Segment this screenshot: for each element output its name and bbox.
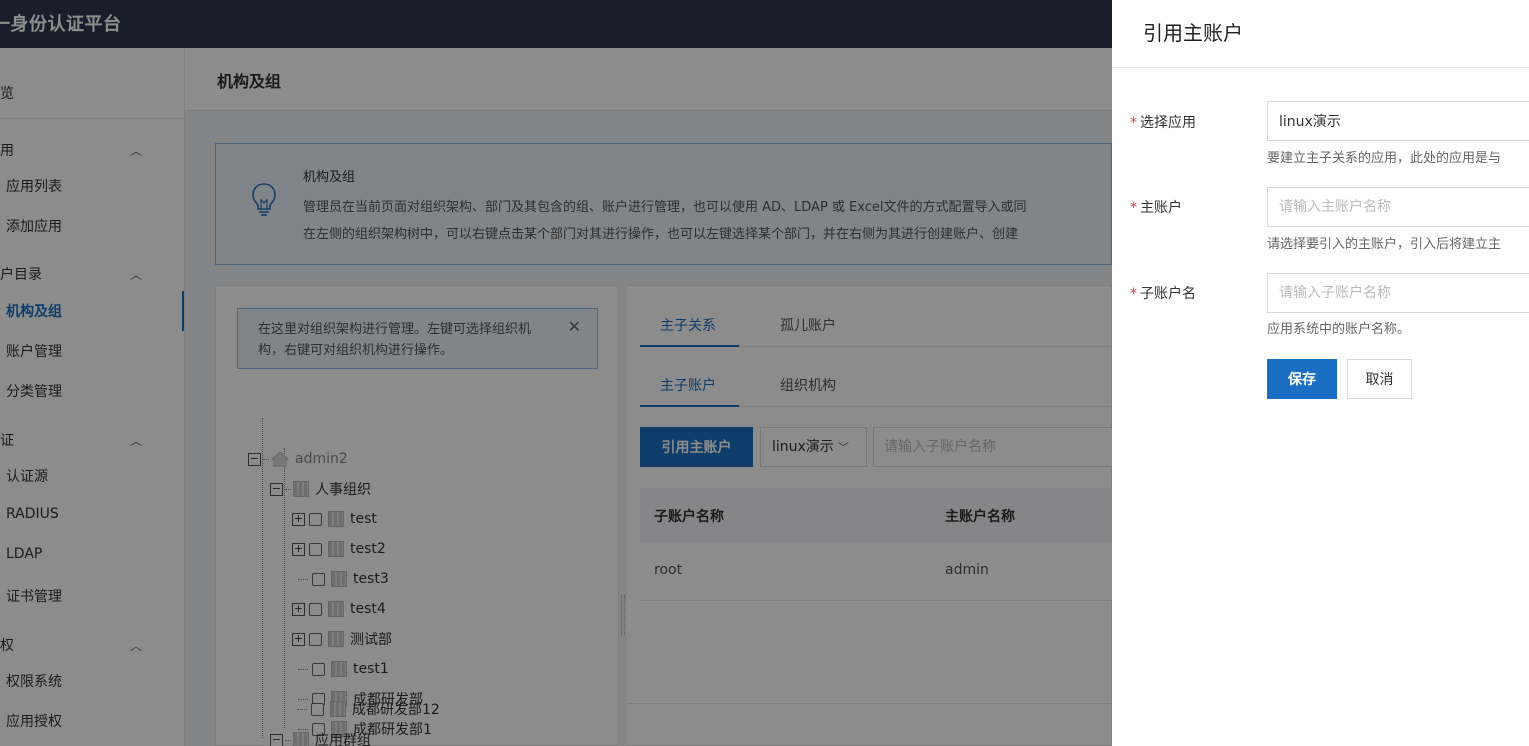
main-account-help: 请选择要引入的主账户，引入后将建立主 [1267, 237, 1502, 252]
app-field-label: * 选择应用 [1130, 115, 1196, 131]
required-mark: * [1130, 200, 1137, 216]
drawer-header: 引用主账户 [1112, 0, 1529, 68]
save-button[interactable]: 保存 [1267, 359, 1337, 399]
drawer-title: 引用主账户 [1143, 21, 1243, 45]
cancel-button[interactable]: 取消 [1347, 359, 1412, 399]
required-mark: * [1130, 115, 1137, 131]
sub-account-label: * 子账户名 [1130, 286, 1196, 302]
required-mark: * [1130, 286, 1137, 302]
modal-overlay[interactable] [0, 0, 1112, 746]
app-field[interactable] [1267, 101, 1529, 141]
sub-account-help: 应用系统中的账户名称。 [1267, 322, 1411, 337]
app-field-help: 要建立主子关系的应用，此处的应用是与 [1267, 151, 1502, 166]
sub-account-input[interactable] [1267, 273, 1529, 313]
main-account-input[interactable] [1267, 187, 1529, 227]
cite-master-account-drawer: 引用主账户 *选择应用 要建立主子关系的应用，此处的应用是与 *主账户 请选择要… [1112, 0, 1529, 746]
main-account-label: * 主账户 [1130, 200, 1182, 216]
